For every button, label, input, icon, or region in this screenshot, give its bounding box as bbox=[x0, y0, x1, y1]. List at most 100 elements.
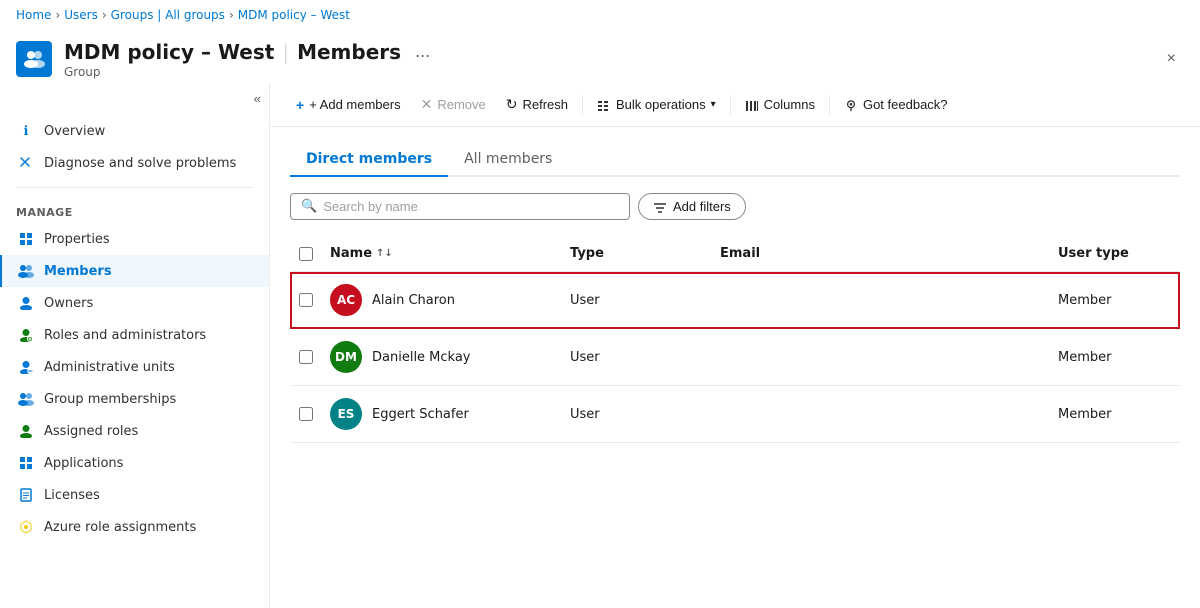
table-row[interactable]: ES Eggert Schafer User Member bbox=[290, 386, 1180, 443]
page-header: MDM policy – West | Members ... Group × bbox=[0, 31, 1200, 83]
row-checkbox-1[interactable] bbox=[299, 293, 313, 307]
members-icon bbox=[18, 263, 34, 279]
sidebar-item-roles[interactable]: Roles and administrators bbox=[0, 319, 269, 351]
email-header: Email bbox=[712, 242, 1050, 265]
email-cell bbox=[712, 351, 1050, 363]
remove-icon: ✕ bbox=[421, 96, 433, 113]
toolbar-separator-2 bbox=[730, 95, 731, 115]
sidebar-item-owners[interactable]: Owners bbox=[0, 287, 269, 319]
columns-icon bbox=[745, 97, 759, 113]
content-area: + + Add members ✕ Remove ↻ Refresh bbox=[270, 83, 1200, 608]
select-all-checkbox[interactable] bbox=[299, 247, 313, 261]
feedback-icon bbox=[844, 97, 858, 113]
sidebar-item-properties[interactable]: Properties bbox=[0, 223, 269, 255]
applications-icon bbox=[18, 455, 34, 471]
breadcrumb-home[interactable]: Home bbox=[16, 8, 51, 22]
user-type-cell: Member bbox=[1050, 344, 1180, 371]
add-members-button[interactable]: + + Add members bbox=[286, 92, 411, 118]
table: Name ↑↓ Type Email User type bbox=[290, 236, 1180, 443]
wrench-icon bbox=[18, 155, 34, 171]
user-type-header: User type bbox=[1050, 242, 1180, 265]
search-box[interactable]: 🔍 bbox=[290, 193, 630, 220]
bulk-operations-chevron: ▾ bbox=[711, 99, 716, 110]
sidebar-item-overview[interactable]: ℹ Overview bbox=[0, 115, 269, 147]
email-cell bbox=[712, 294, 1050, 306]
search-row: 🔍 Add filters bbox=[290, 193, 1180, 220]
manage-label: Manage bbox=[0, 196, 269, 223]
row-checkbox-cell bbox=[290, 287, 322, 313]
toolbar: + + Add members ✕ Remove ↻ Refresh bbox=[270, 83, 1200, 127]
breadcrumb-all-groups[interactable]: Groups | All groups bbox=[111, 8, 225, 22]
bulk-operations-button[interactable]: Bulk operations ▾ bbox=[587, 92, 726, 118]
info-icon: ℹ bbox=[18, 123, 34, 139]
refresh-button[interactable]: ↻ Refresh bbox=[496, 91, 578, 118]
feedback-button[interactable]: Got feedback? bbox=[834, 92, 958, 118]
tabs: Direct members All members bbox=[290, 143, 1180, 177]
group-memberships-icon bbox=[18, 391, 34, 407]
sidebar-item-diagnose[interactable]: Diagnose and solve problems bbox=[0, 147, 269, 179]
toolbar-separator-1 bbox=[582, 95, 583, 115]
close-button[interactable]: × bbox=[1159, 46, 1184, 72]
name-cell: AC Alain Charon bbox=[322, 278, 562, 322]
page-subtitle: Group bbox=[64, 65, 1147, 79]
columns-button[interactable]: Columns bbox=[735, 92, 825, 118]
type-cell: User bbox=[562, 287, 712, 314]
table-header: Name ↑↓ Type Email User type bbox=[290, 236, 1180, 272]
breadcrumb: Home › Users › Groups | All groups › MDM… bbox=[0, 0, 1200, 31]
sidebar-collapse-button[interactable]: « bbox=[250, 87, 265, 110]
assigned-roles-icon bbox=[18, 423, 34, 439]
toolbar-separator-3 bbox=[829, 95, 830, 115]
breadcrumb-current[interactable]: MDM policy – West bbox=[238, 8, 350, 22]
breadcrumb-users[interactable]: Users bbox=[64, 8, 98, 22]
page-header-actions: × bbox=[1159, 46, 1184, 72]
row-checkbox-cell bbox=[290, 401, 322, 427]
sidebar-item-assigned-roles[interactable]: Assigned roles bbox=[0, 415, 269, 447]
search-input[interactable] bbox=[323, 199, 619, 214]
more-options-button[interactable]: ... bbox=[409, 39, 436, 64]
sidebar-item-azure-roles[interactable]: Azure role assignments bbox=[0, 511, 269, 543]
roles-icon bbox=[18, 327, 34, 343]
filter-icon bbox=[653, 199, 667, 214]
properties-icon bbox=[18, 231, 34, 247]
avatar: ES bbox=[330, 398, 362, 430]
row-checkbox-2[interactable] bbox=[299, 350, 313, 364]
page-title: MDM policy – West | Members ... bbox=[64, 39, 1147, 64]
sidebar: « ℹ Overview Diagnose and solve problems… bbox=[0, 83, 270, 608]
add-filters-button[interactable]: Add filters bbox=[638, 193, 746, 220]
group-icon bbox=[16, 41, 52, 77]
add-icon: + bbox=[296, 97, 304, 113]
row-checkbox-cell bbox=[290, 344, 322, 370]
sidebar-item-admin-units[interactable]: Administrative units bbox=[0, 351, 269, 383]
sidebar-item-licenses[interactable]: Licenses bbox=[0, 479, 269, 511]
select-all-header bbox=[290, 243, 322, 265]
table-row[interactable]: AC Alain Charon User Member bbox=[290, 272, 1180, 329]
sidebar-item-applications[interactable]: Applications bbox=[0, 447, 269, 479]
avatar: DM bbox=[330, 341, 362, 373]
table-row[interactable]: DM Danielle Mckay User Member bbox=[290, 329, 1180, 386]
sort-icon: ↑↓ bbox=[376, 248, 393, 259]
type-header: Type bbox=[562, 242, 712, 265]
page-header-text: MDM policy – West | Members ... Group bbox=[64, 39, 1147, 79]
type-cell: User bbox=[562, 401, 712, 428]
user-type-cell: Member bbox=[1050, 401, 1180, 428]
user-type-cell: Member bbox=[1050, 287, 1180, 314]
sidebar-item-group-memberships[interactable]: Group memberships bbox=[0, 383, 269, 415]
search-icon: 🔍 bbox=[301, 199, 317, 214]
sidebar-item-members[interactable]: Members bbox=[0, 255, 269, 287]
main-layout: « ℹ Overview Diagnose and solve problems… bbox=[0, 83, 1200, 608]
name-header[interactable]: Name ↑↓ bbox=[322, 242, 562, 265]
name-cell: ES Eggert Schafer bbox=[322, 392, 562, 436]
email-cell bbox=[712, 408, 1050, 420]
type-cell: User bbox=[562, 344, 712, 371]
refresh-icon: ↻ bbox=[506, 96, 518, 113]
remove-button[interactable]: ✕ Remove bbox=[411, 91, 496, 118]
nav-divider bbox=[16, 187, 253, 188]
bulk-icon bbox=[597, 97, 611, 113]
row-checkbox-3[interactable] bbox=[299, 407, 313, 421]
admin-units-icon bbox=[18, 359, 34, 375]
azure-roles-icon bbox=[18, 519, 34, 535]
tab-direct-members[interactable]: Direct members bbox=[290, 143, 448, 177]
owners-icon bbox=[18, 295, 34, 311]
tab-all-members[interactable]: All members bbox=[448, 143, 568, 177]
avatar: AC bbox=[330, 284, 362, 316]
